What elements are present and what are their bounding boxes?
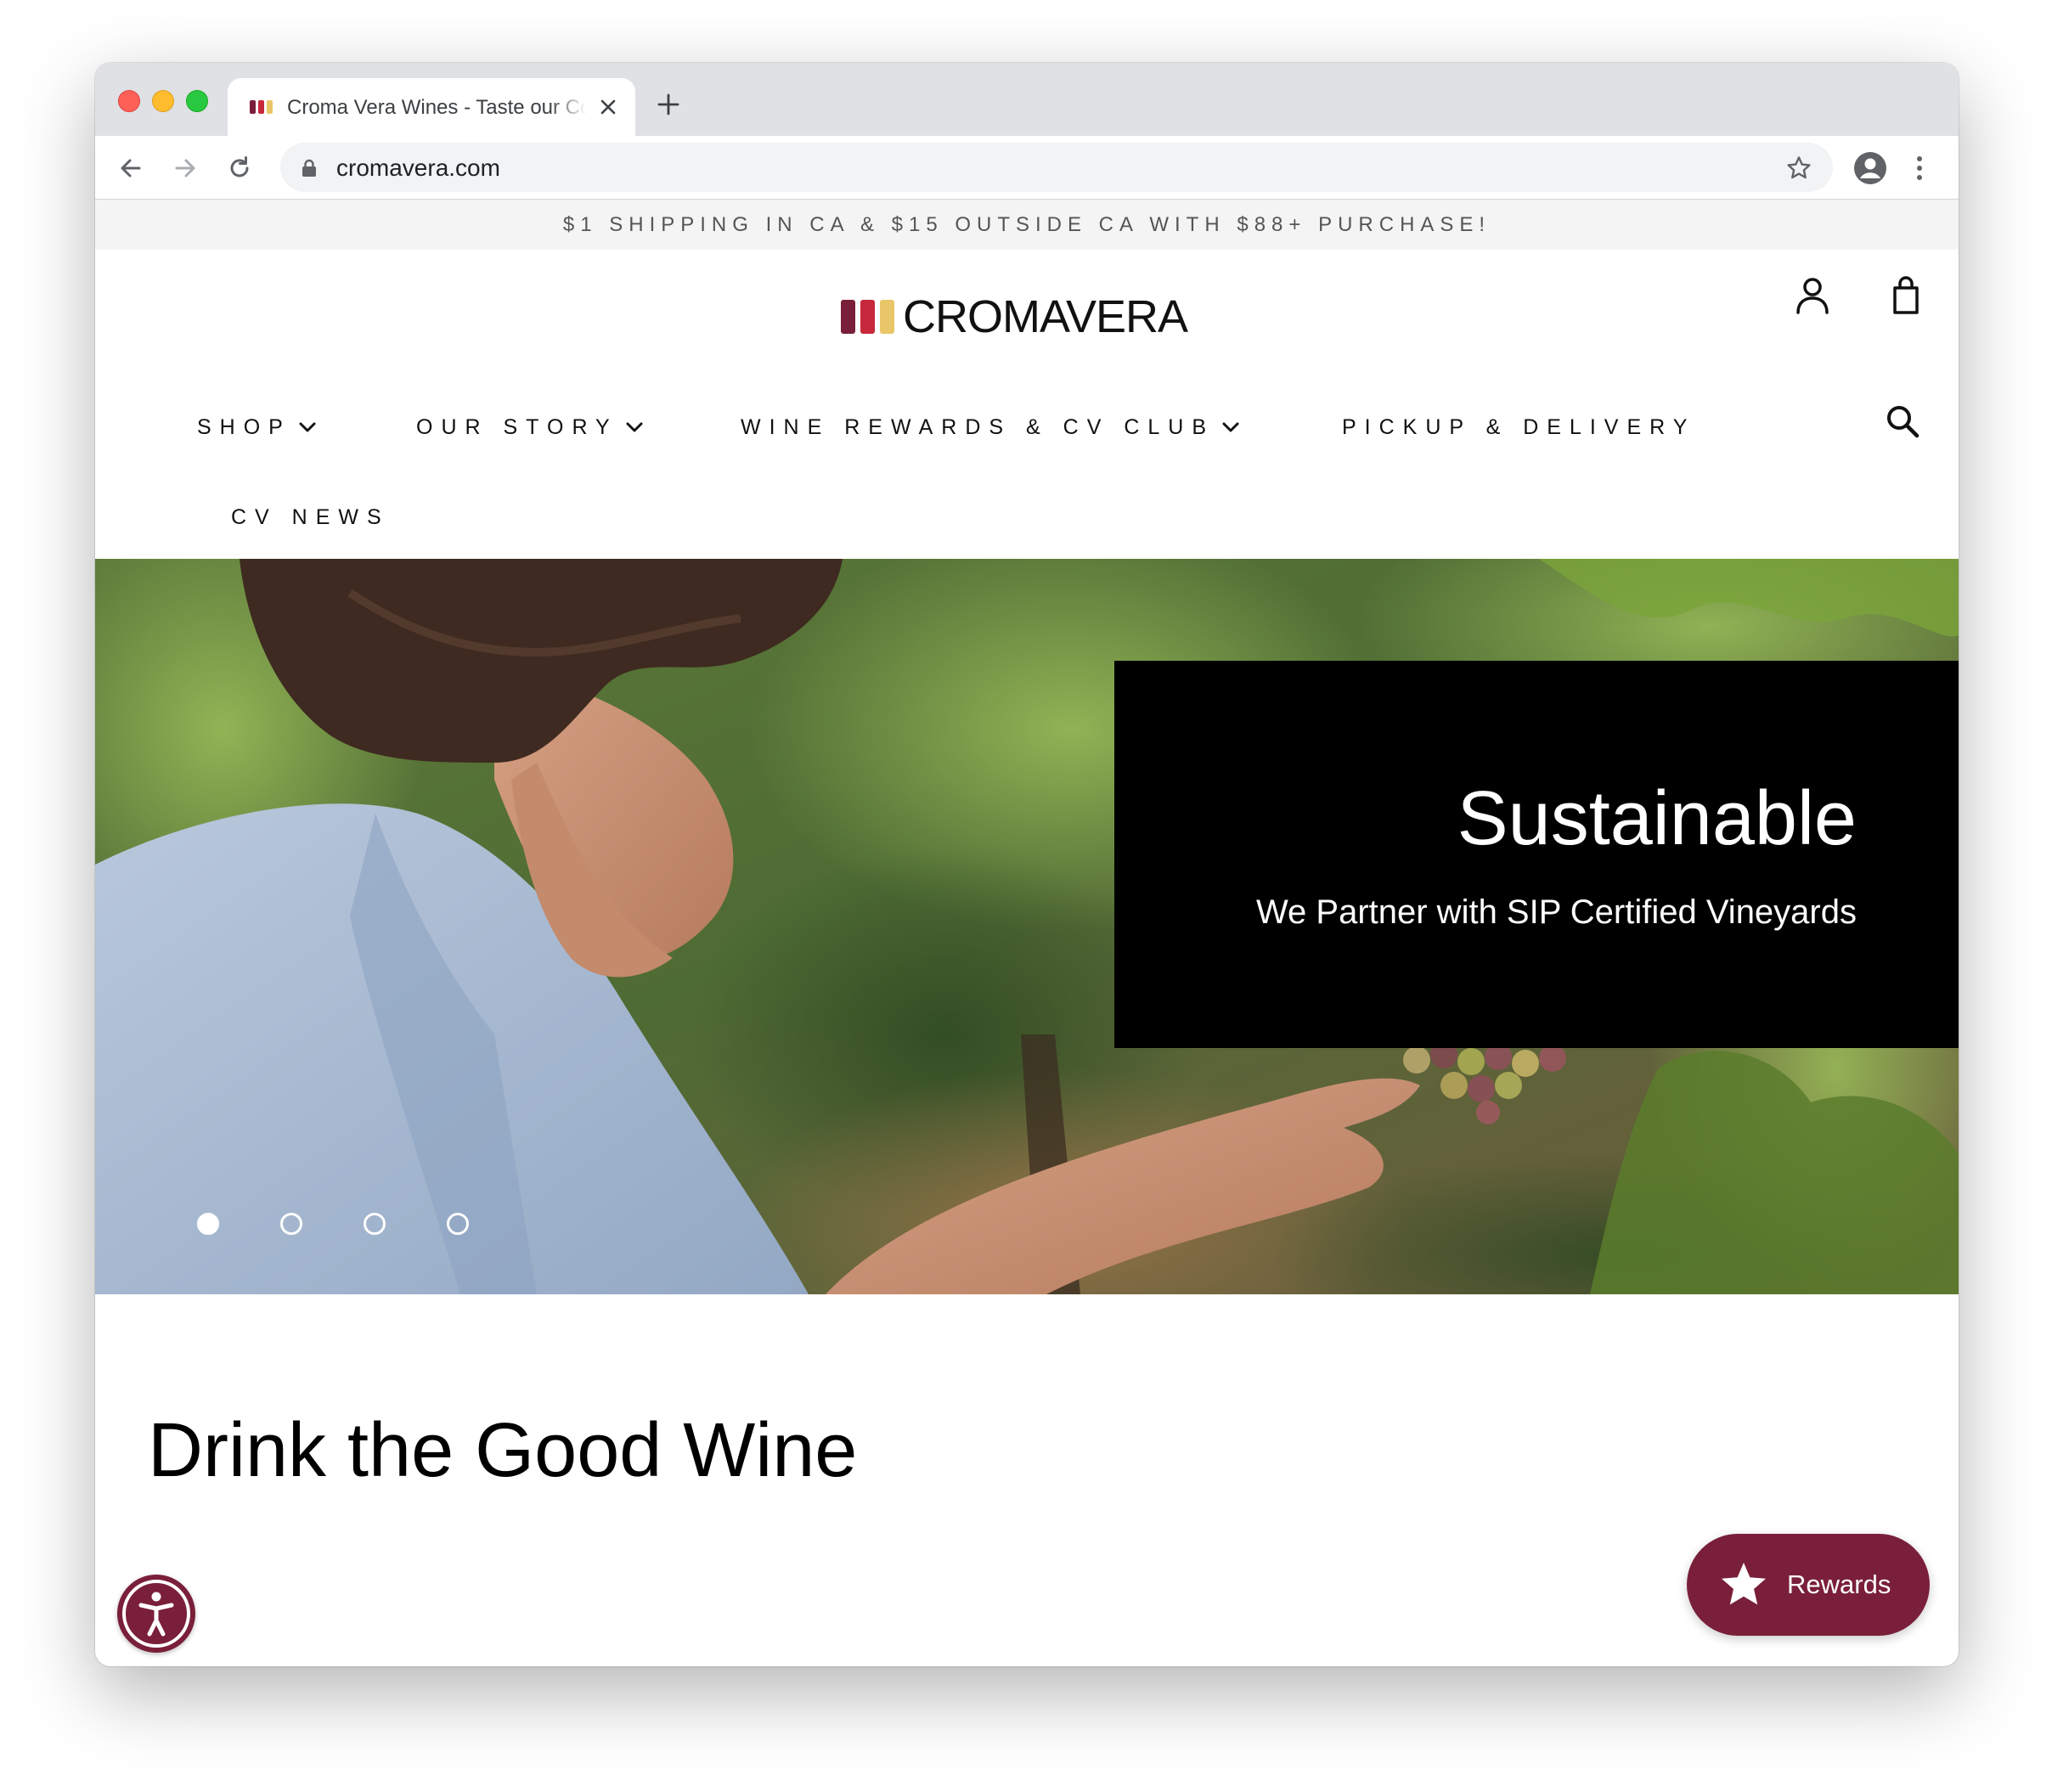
browser-tab[interactable]: Croma Vera Wines - Taste our Collection <box>228 78 635 136</box>
nav-item-wine-rewards-label: WINE REWARDS & CV CLUB <box>741 415 1215 439</box>
nav-item-pickup-delivery[interactable]: PICKUP & DELIVERY <box>1342 414 1695 440</box>
search-icon[interactable] <box>1884 403 1921 440</box>
profile-avatar-icon[interactable] <box>1853 151 1887 185</box>
slide-dot-2[interactable] <box>280 1213 302 1235</box>
reload-icon[interactable] <box>224 153 255 183</box>
site-header: CROMAVERA SHOP OUR STORY WINE REWARDS & … <box>95 250 1959 559</box>
address-bar[interactable]: cromavera.com <box>280 143 1833 192</box>
chevron-down-icon <box>1222 422 1239 432</box>
maximize-window-button[interactable] <box>186 90 208 112</box>
main-navigation: SHOP OUR STORY WINE REWARDS & CV CLUB PI… <box>95 250 1959 559</box>
rewards-label: Rewards <box>1787 1569 1891 1599</box>
browser-window: Croma Vera Wines - Taste our Collection … <box>95 63 1959 1666</box>
tab-strip: Croma Vera Wines - Taste our Collection <box>95 63 1959 136</box>
nav-item-our-story-label: OUR STORY <box>416 415 618 439</box>
chevron-down-icon <box>626 422 643 432</box>
nav-item-pickup-delivery-label: PICKUP & DELIVERY <box>1342 415 1696 439</box>
rewards-launcher-button[interactable]: Rewards <box>1687 1534 1930 1636</box>
back-arrow-icon[interactable] <box>116 153 146 183</box>
hero-subtitle: We Partner with SIP Certified Vineyards <box>1256 893 1857 931</box>
nav-item-wine-rewards[interactable]: WINE REWARDS & CV CLUB <box>741 414 1240 440</box>
star-icon <box>1722 1563 1766 1605</box>
nav-item-shop-label: SHOP <box>197 415 291 439</box>
close-tab-icon[interactable] <box>596 95 620 119</box>
close-window-button[interactable] <box>118 90 140 112</box>
accessibility-button[interactable] <box>117 1575 195 1653</box>
chevron-down-icon <box>299 422 316 432</box>
kebab-menu-icon[interactable] <box>1913 153 1926 183</box>
slide-dot-1[interactable] <box>197 1213 219 1235</box>
hero-caption-box: Sustainable We Partner with SIP Certifie… <box>1114 661 1959 1048</box>
hero-title: Sustainable <box>1457 776 1857 861</box>
forward-arrow-icon[interactable] <box>170 153 200 183</box>
slide-dot-3[interactable] <box>364 1213 386 1235</box>
hero-slideshow[interactable]: Sustainable We Partner with SIP Certifie… <box>95 559 1959 1294</box>
url-text: cromavera.com <box>336 155 500 181</box>
nav-item-shop[interactable]: SHOP <box>197 414 317 440</box>
nav-item-cv-news-label: CV NEWS <box>231 505 390 529</box>
accessibility-icon <box>122 1580 190 1648</box>
tab-title: Croma Vera Wines - Taste our Collection <box>287 96 586 119</box>
announcement-bar[interactable]: $1 SHIPPING IN CA & $15 OUTSIDE CA WITH … <box>95 200 1959 250</box>
minimize-window-button[interactable] <box>152 90 174 112</box>
lock-icon <box>302 159 316 177</box>
slide-indicators <box>197 1213 469 1235</box>
browser-toolbar: cromavera.com <box>95 136 1959 200</box>
section-headline: Drink the Good Wine <box>148 1408 858 1493</box>
nav-item-our-story[interactable]: OUR STORY <box>416 414 644 440</box>
bookmark-star-icon[interactable] <box>1785 155 1812 182</box>
new-tab-icon[interactable] <box>656 92 681 117</box>
nav-item-cv-news[interactable]: CV NEWS <box>231 504 390 530</box>
favicon-icon <box>250 100 273 114</box>
slide-dot-4[interactable] <box>447 1213 469 1235</box>
